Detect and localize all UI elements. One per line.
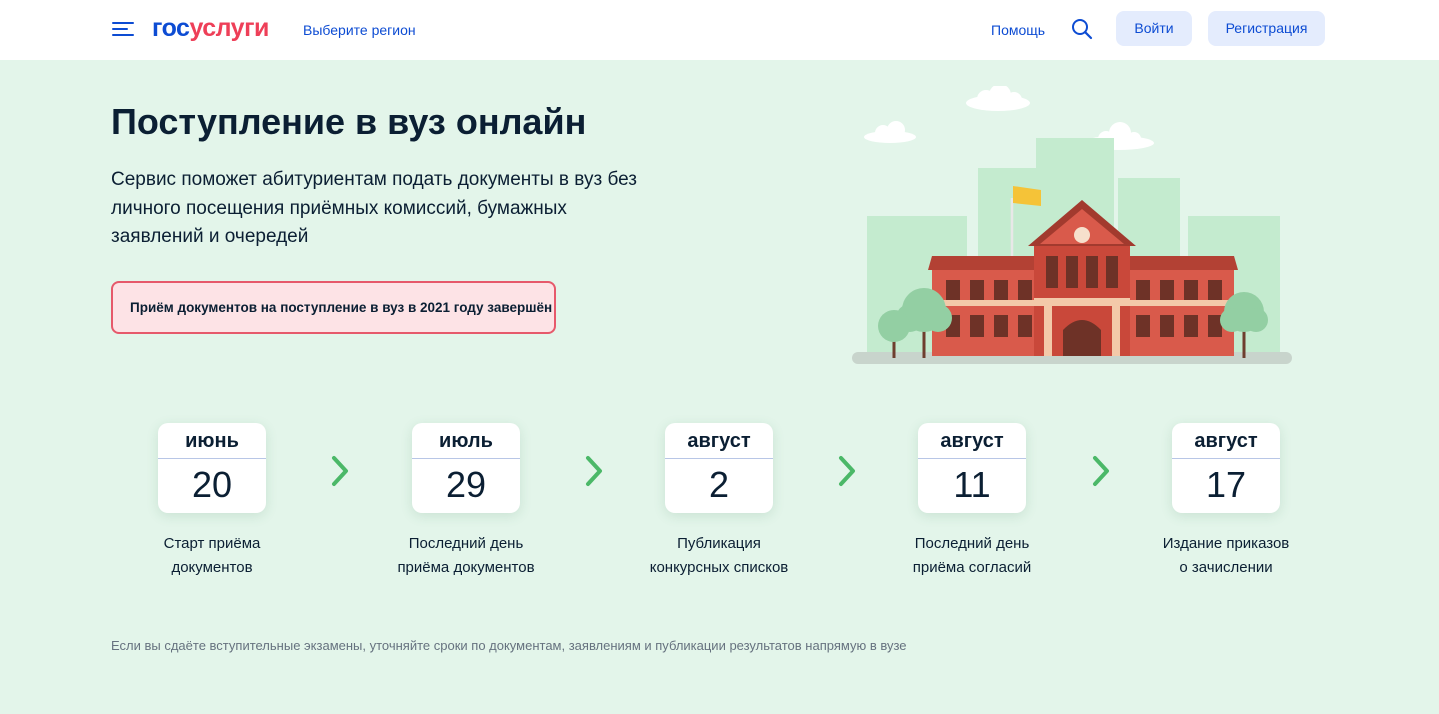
calendar-card: август 11 xyxy=(918,423,1026,513)
login-button[interactable]: Войти xyxy=(1116,11,1192,46)
admission-closed-alert: Приём документов на поступление в вуз в … xyxy=(111,281,556,334)
university-building-illustration xyxy=(852,86,1292,364)
calendar-month: июль xyxy=(439,430,493,452)
chevron-right-icon xyxy=(332,456,348,486)
burger-menu-icon[interactable] xyxy=(112,20,134,38)
label-line: приёма согласий xyxy=(912,559,1032,576)
calendar-divider xyxy=(1172,458,1280,459)
calendar-card: июнь 20 xyxy=(158,423,266,513)
calendar-month: август xyxy=(687,430,751,452)
calendar-month: август xyxy=(940,430,1004,452)
timeline-step-label: Последний день приёма согласий xyxy=(882,532,1062,580)
label-line: приёма документов xyxy=(397,559,535,576)
calendar-divider xyxy=(665,458,773,459)
label-line: Последний день xyxy=(914,535,1030,552)
timeline-step-label: Последний день приёма документов xyxy=(376,532,556,580)
calendar-divider xyxy=(412,458,520,459)
service-description: Сервис поможет абитуриентам подать докум… xyxy=(111,169,637,247)
calendar-card: август 17 xyxy=(1172,423,1280,513)
label-line: о зачислении xyxy=(1179,559,1273,576)
calendar-divider xyxy=(918,458,1026,459)
calendar-divider xyxy=(158,458,266,459)
label-line: Последний день xyxy=(408,535,524,552)
label-line: Публикация xyxy=(677,535,761,552)
timeline-step-label: Старт приёма документов xyxy=(122,532,302,580)
label-line: документов xyxy=(171,559,253,576)
calendar-day: 20 xyxy=(191,464,233,505)
calendar-day: 29 xyxy=(445,464,487,505)
select-region-link[interactable]: Выберите регион xyxy=(303,20,416,40)
exam-footnote: Если вы сдаёте вступительные экзамены, у… xyxy=(111,638,907,653)
timeline-step-label: Издание приказов о зачислении xyxy=(1136,532,1316,580)
label-line: конкурсных списков xyxy=(649,559,789,576)
calendar-day: 2 xyxy=(708,464,730,505)
calendar-card: июль 29 xyxy=(412,423,520,513)
calendar-month: август xyxy=(1194,430,1258,452)
calendar-month: июнь xyxy=(185,430,239,452)
top-header: госуслуги Выберите регион Помощь Войти Р… xyxy=(0,0,1439,60)
label-line: Издание приказов xyxy=(1162,535,1290,552)
register-button[interactable]: Регистрация xyxy=(1208,11,1325,46)
page-title: Поступление в вуз онлайн xyxy=(111,101,587,142)
chevron-right-icon xyxy=(839,456,855,486)
timeline-step-label: Публикация конкурсных списков xyxy=(629,532,809,580)
calendar-day: 11 xyxy=(953,464,991,505)
gosuslugi-logo[interactable]: госуслуги xyxy=(152,13,269,43)
chevron-right-icon xyxy=(586,456,602,486)
logo-part-uslugi: услуги xyxy=(189,14,269,42)
label-line: Старт приёма xyxy=(163,535,261,552)
logo-part-gos: гос xyxy=(152,14,190,42)
help-link[interactable]: Помощь xyxy=(991,20,1045,40)
search-icon[interactable] xyxy=(1070,17,1094,41)
chevron-right-icon xyxy=(1093,456,1109,486)
calendar-day: 17 xyxy=(1205,464,1247,505)
calendar-card: август 2 xyxy=(665,423,773,513)
